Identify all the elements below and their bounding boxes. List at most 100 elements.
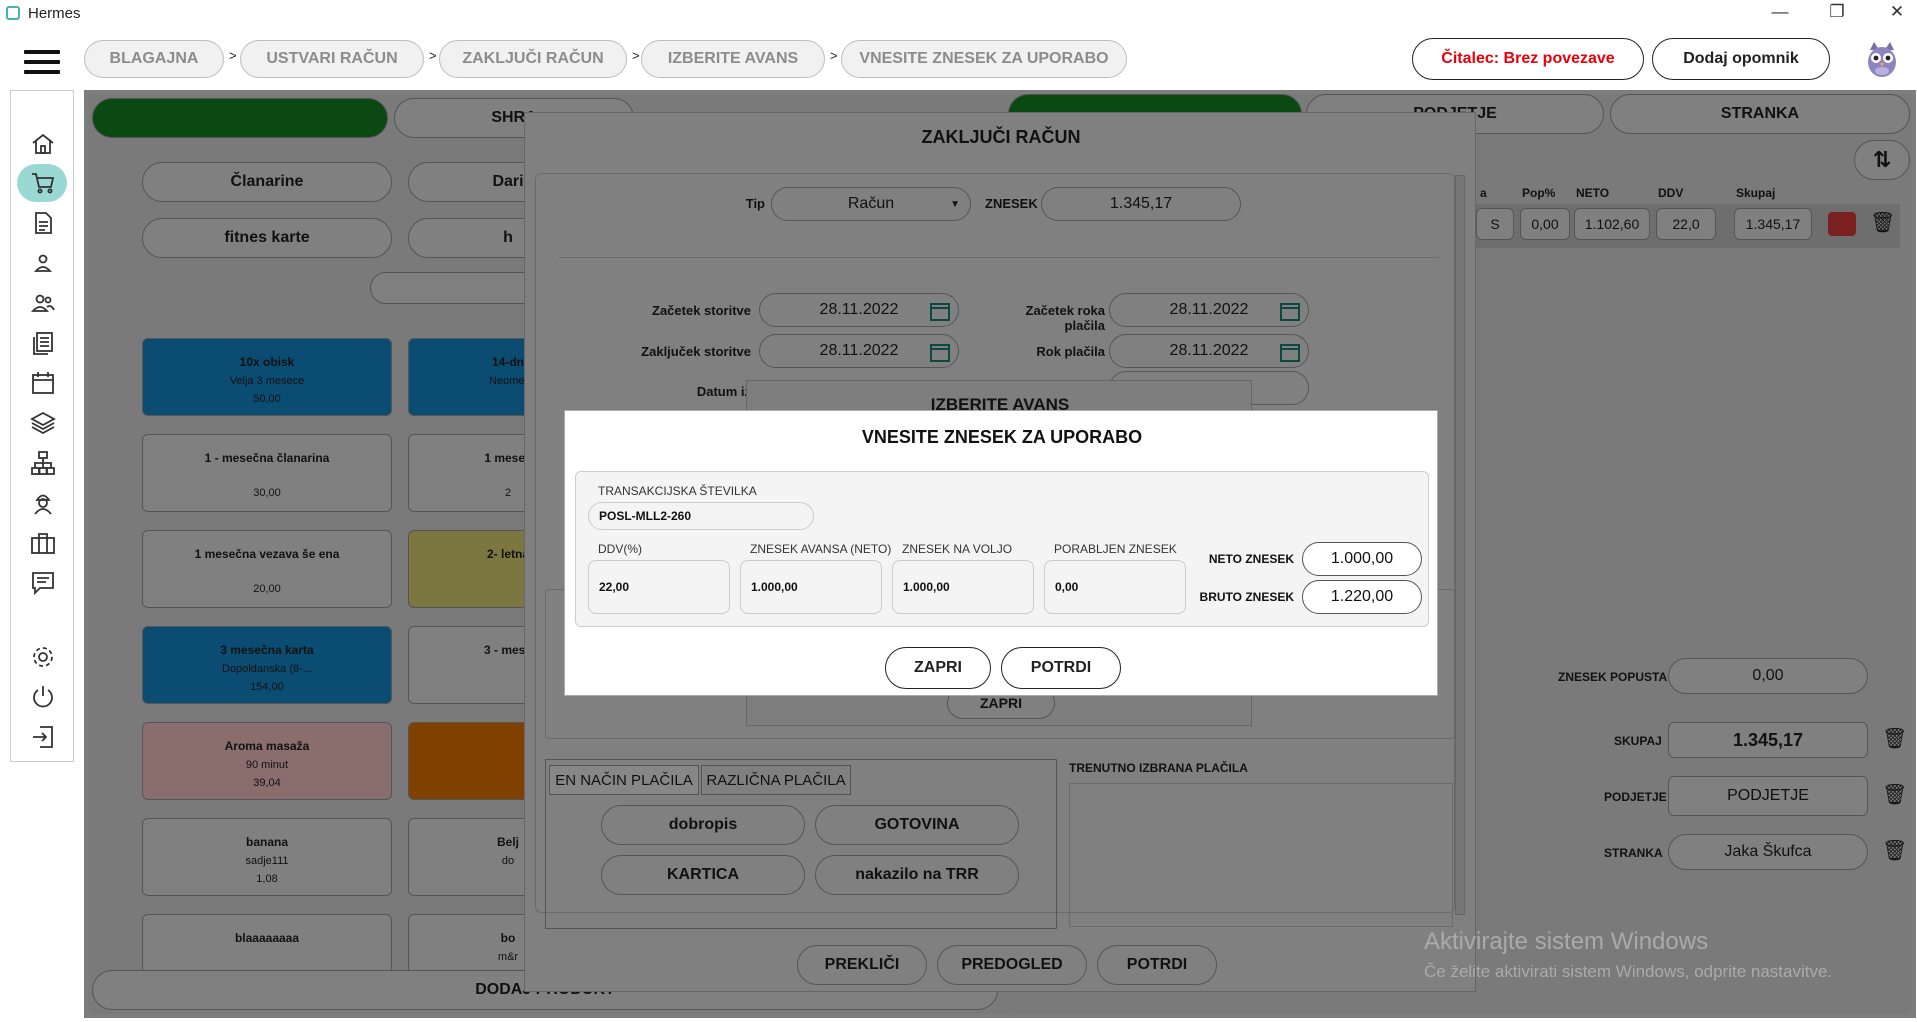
chat-icon[interactable]	[30, 570, 56, 596]
list-icon[interactable]	[30, 330, 56, 356]
payment-gotovina-button[interactable]: GOTOVINA	[815, 805, 1019, 845]
table-header-skupaj: Skupaj	[1736, 186, 1776, 200]
cart-icon[interactable]	[30, 170, 56, 196]
gross-amount-input[interactable]: 1.220,00	[1302, 580, 1422, 614]
product-tile[interactable]: Aroma masaža 90 minut 39,04	[142, 722, 392, 800]
people-icon[interactable]	[30, 290, 56, 316]
trash-icon[interactable]: 🗑	[1882, 838, 1907, 863]
pay-start-label: Začetek roka plačila	[1025, 303, 1106, 333]
payment-dobropis-button[interactable]: dobropis	[601, 805, 805, 845]
title-bar: Hermes — ❐ ✕	[0, 0, 1917, 28]
free-amount-field: 1.000,00	[892, 560, 1034, 614]
add-reminder-button[interactable]: Dodaj opomnik	[1652, 38, 1830, 80]
trash-icon[interactable]: 🗑	[1870, 210, 1895, 235]
close-button[interactable]: ZAPRI	[885, 647, 991, 689]
pay-due-label: Rok plačila	[1036, 344, 1105, 359]
issue-date-label: Datum iz	[696, 384, 751, 399]
logout-icon[interactable]	[30, 724, 56, 750]
table-header-pop: Pop%	[1522, 186, 1556, 200]
gross-amount-label: BRUTO ZNESEK	[1199, 590, 1294, 604]
product-tile[interactable]: 10x obisk Velja 3 mesece 50,00	[142, 338, 392, 416]
customer-field[interactable]: Jaka Škufca	[1668, 834, 1868, 870]
category-fitnes-karte[interactable]: fitnes karte	[142, 218, 392, 258]
ddv-dropdown[interactable]: 22,0	[1656, 208, 1716, 240]
activation-watermark-title: Aktivirajte sistem Windows	[1424, 928, 1709, 955]
scrollbar[interactable]	[1455, 175, 1465, 915]
net-amount-label: NETO ZNESEK	[1208, 552, 1294, 566]
vat-field: 22,00	[588, 560, 730, 614]
enter-amount-title: VNESITE ZNESEK ZA UPORABO	[861, 427, 1143, 447]
breadcrumb-zakljuci-racun[interactable]: ZAKLJUČI RAČUN	[439, 40, 627, 78]
service-start-date[interactable]: 28.11.2022	[759, 293, 959, 327]
person-icon[interactable]	[30, 250, 56, 276]
close-invoice-title: ZAKLJUČI RAČUN	[921, 127, 1081, 147]
breadcrumb-blagajna[interactable]: BLAGAJNA	[84, 40, 224, 78]
breadcrumb-vnesite-znesek[interactable]: VNESITE ZNESEK ZA UPORABO	[841, 40, 1127, 78]
service-end-label: Zaključek storitve	[641, 344, 751, 359]
pay-start-date[interactable]: 28.11.2022	[1109, 293, 1309, 327]
activation-watermark-subtitle: Če želite aktivirati sistem Windows, odp…	[1424, 962, 1833, 981]
confirm-button[interactable]: POTRDI	[1001, 647, 1121, 689]
amount-label: ZNESEK	[985, 196, 1038, 211]
discount-input[interactable]: 0,00	[1668, 658, 1868, 694]
tab-multiple-payments[interactable]: RAZLIČNA PLAČILA	[701, 765, 851, 795]
company-label: PODJETJE	[1604, 790, 1667, 804]
owl-avatar-icon[interactable]	[1862, 38, 1902, 80]
worker-icon[interactable]	[30, 490, 56, 516]
total-cell[interactable]: 1.345,17	[1734, 208, 1812, 240]
edit-icon[interactable]	[1828, 212, 1856, 236]
product-tile[interactable]: 3 mesečna karta Dopoldanska (8-... 154,00	[142, 626, 392, 704]
app-icon	[6, 6, 20, 20]
hamburger-menu-icon[interactable]	[24, 50, 60, 76]
maximize-button[interactable]: ❐	[1822, 2, 1852, 26]
close-window-button[interactable]: ✕	[1882, 2, 1912, 26]
tab-single-payment[interactable]: EN NAČIN PLAČILA	[549, 765, 699, 795]
tab-stranka[interactable]: STRANKA	[1610, 94, 1910, 134]
unit-dropdown[interactable]: S	[1476, 208, 1514, 240]
selected-payments-list	[1069, 783, 1453, 927]
advance-net-field: 1.000,00	[740, 560, 882, 614]
discount-cell[interactable]: 0,00	[1520, 208, 1570, 240]
network-icon[interactable]	[30, 450, 56, 476]
category-clanarine[interactable]: Članarine	[142, 162, 392, 202]
calendar-icon[interactable]	[30, 370, 56, 396]
briefcase-icon[interactable]	[30, 530, 56, 556]
pay-due-date[interactable]: 28.11.2022	[1109, 334, 1309, 368]
enter-amount-dialog: VNESITE ZNESEK ZA UPORABO TRANSAKCIJSKA …	[564, 410, 1438, 696]
cancel-button[interactable]: PREKLIČI	[797, 945, 927, 985]
service-end-date[interactable]: 28.11.2022	[759, 334, 959, 368]
customer-label: STRANKA	[1604, 846, 1663, 860]
sort-icon[interactable]: ⇅	[1854, 140, 1910, 180]
tab-izdaj[interactable]: IZDAJ	[92, 98, 388, 138]
reader-status-button[interactable]: Čitalec: Brez povezave	[1412, 38, 1644, 80]
payment-kartica-button[interactable]: KARTICA	[601, 855, 805, 895]
net-amount-input[interactable]: 1.000,00	[1302, 542, 1422, 576]
confirm-invoice-button[interactable]: POTRDI	[1097, 945, 1217, 985]
power-icon[interactable]	[30, 684, 56, 710]
calendar-icon	[930, 303, 950, 321]
discount-label: ZNESEK POPUSTA	[1558, 670, 1668, 684]
product-tile[interactable]: banana sadje111 1,08	[142, 818, 392, 896]
product-tile[interactable]: 1 - mesečna članarina 30,00	[142, 434, 392, 512]
breadcrumb-izberite-avans[interactable]: IZBERITE AVANS	[641, 40, 825, 78]
minimize-button[interactable]: —	[1765, 2, 1795, 26]
free-amount-label: ZNESEK NA VOLJO	[902, 542, 1013, 556]
home-icon[interactable]	[30, 131, 56, 157]
product-tile[interactable]: 1 mesečna vezava še ena 20,00	[142, 530, 392, 608]
company-field[interactable]: PODJETJE	[1668, 776, 1868, 816]
trash-icon[interactable]: 🗑	[1882, 726, 1907, 751]
advance-details-panel: TRANSAKCIJSKA ŠTEVILKA POSL-MLL2-260 DDV…	[575, 471, 1429, 627]
used-amount-label: PORABLJEN ZNESEK	[1054, 542, 1177, 556]
gear-icon[interactable]	[30, 644, 56, 670]
window-title: Hermes	[28, 5, 81, 22]
used-amount-field: 0,00	[1044, 560, 1186, 614]
neto-cell[interactable]: 1.102,60	[1574, 208, 1650, 240]
layers-icon[interactable]	[30, 410, 56, 436]
type-dropdown[interactable]: Račun ▼	[771, 187, 971, 221]
trash-icon[interactable]: 🗑	[1882, 782, 1907, 807]
preview-button[interactable]: PREDOGLED	[937, 945, 1087, 985]
payment-trr-button[interactable]: nakazilo na TRR	[815, 855, 1019, 895]
product-tile[interactable]: blaaaaaaaa	[142, 914, 392, 974]
breadcrumb-ustvari-racun[interactable]: USTVARI RAČUN	[240, 40, 424, 78]
document-icon[interactable]	[30, 210, 56, 236]
